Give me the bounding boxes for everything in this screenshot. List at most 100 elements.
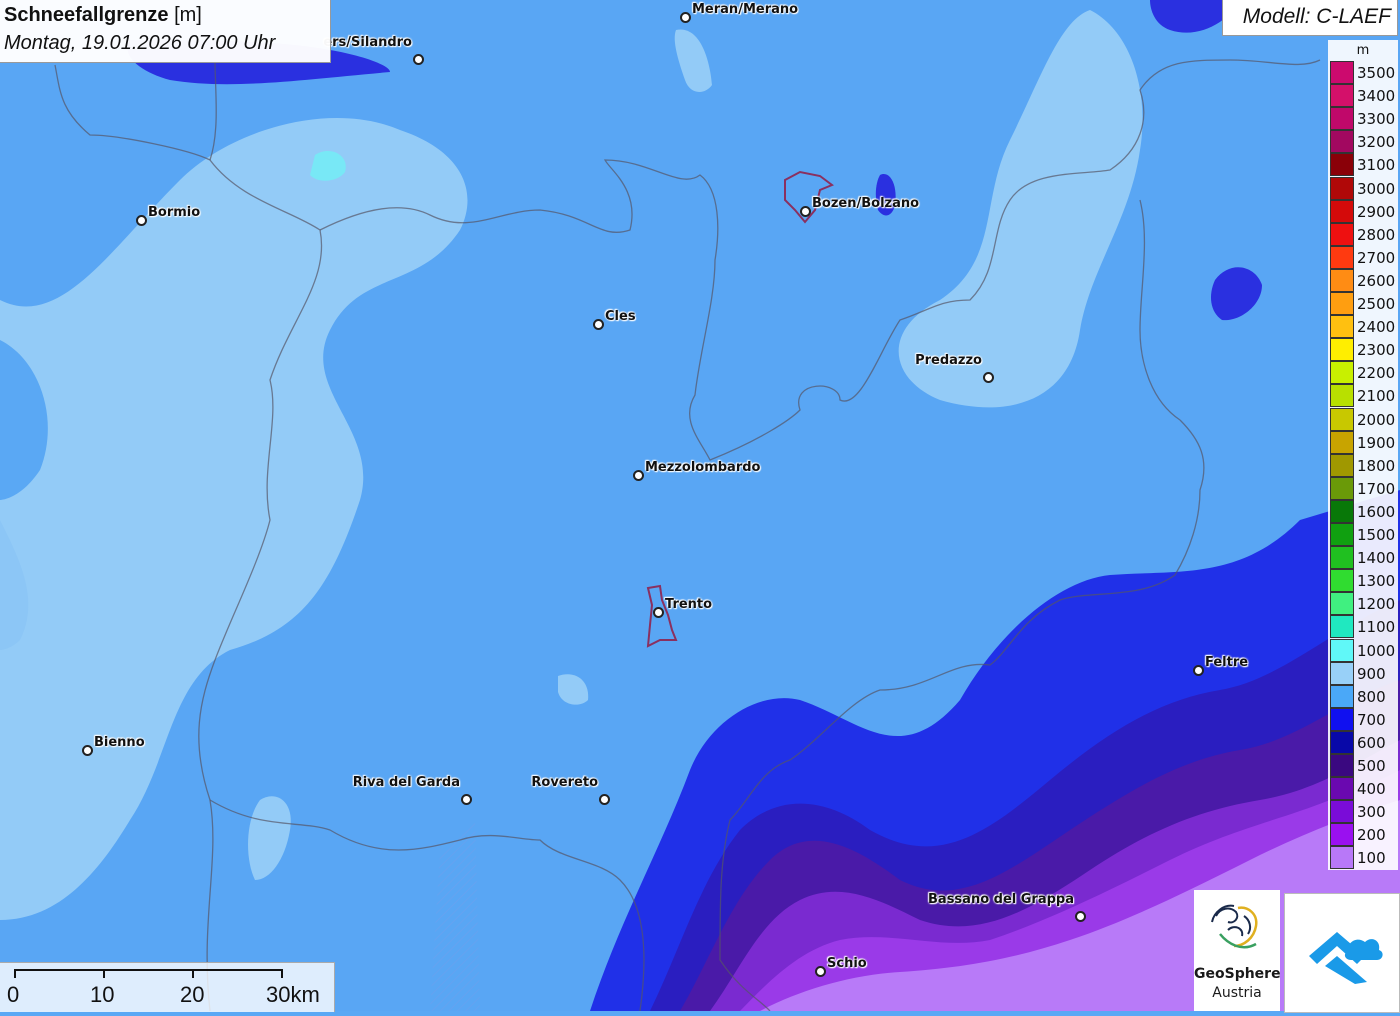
city-dot-icon	[800, 206, 811, 217]
city-marker[interactable]: Bozen/Bolzano	[800, 196, 919, 220]
city-marker[interactable]: Riva del Garda	[353, 775, 472, 808]
city-dot-icon	[653, 607, 664, 618]
city-label: Bozen/Bolzano	[812, 196, 920, 211]
page-title: Schneefallgrenze [m]	[4, 4, 202, 27]
logo-line1: GeoSphere	[1194, 966, 1281, 982]
geosphere-logo[interactable]: GeoSphere Austria	[1194, 890, 1281, 1011]
model-label: Modell: C-LAEF	[1242, 5, 1391, 28]
city-label: Predazzo	[915, 353, 982, 368]
legend-swatch	[1330, 684, 1354, 708]
legend-swatch	[1330, 361, 1354, 385]
city-marker[interactable]: Mezzolombardo	[633, 460, 760, 484]
city-label: Feltre	[1205, 655, 1249, 670]
city-label: Rovereto	[531, 775, 598, 790]
legend-label: 3200	[1357, 133, 1396, 152]
model-box: Modell: C-LAEF	[1222, 0, 1398, 36]
legend-swatch	[1330, 84, 1354, 108]
legend-label: 1200	[1357, 595, 1396, 614]
legend-label: 2800	[1357, 225, 1396, 244]
legend-label: 2100	[1357, 387, 1396, 406]
city-dot-icon	[461, 794, 472, 805]
city-dot-icon	[599, 794, 610, 805]
legend-swatch	[1330, 176, 1354, 200]
legend-label: 100	[1357, 849, 1386, 868]
legend-label: 900	[1357, 664, 1386, 683]
scale-label: 0	[7, 982, 20, 1007]
city-dot-icon	[1193, 665, 1204, 676]
city-dot-icon	[815, 966, 826, 977]
city-label: Riva del Garda	[352, 775, 460, 790]
legend-swatch	[1330, 430, 1354, 454]
city-marker[interactable]: Feltre	[1193, 655, 1248, 679]
legend-label: 2600	[1357, 271, 1396, 290]
legend-label: 1500	[1357, 526, 1396, 544]
legend-swatch	[1330, 499, 1354, 523]
legend-label: 3400	[1357, 87, 1396, 106]
scale-tick	[14, 969, 16, 978]
legend-unit: m	[1356, 43, 1370, 58]
legend-label: 2700	[1357, 248, 1396, 267]
cloud-arrow-icon	[1309, 932, 1383, 984]
scale-bar: 0 10 20 30km	[0, 962, 335, 1012]
city-marker[interactable]: Bormio	[136, 205, 200, 229]
legend-swatch	[1330, 453, 1354, 477]
city-dot-icon	[983, 372, 994, 383]
legend-swatch	[1330, 338, 1354, 362]
legend-swatch	[1330, 730, 1354, 754]
legend-swatch	[1330, 615, 1354, 639]
city-label: Bassano del Grappa	[928, 892, 1074, 907]
legend-label: 1400	[1357, 549, 1396, 568]
legend-swatch	[1330, 823, 1354, 847]
legend-label: 3000	[1357, 179, 1396, 198]
city-marker[interactable]: Meran/Merano	[680, 2, 798, 26]
legend-swatch	[1330, 153, 1354, 177]
city-label: Cles	[605, 309, 636, 324]
scale-tick	[103, 969, 105, 978]
legend-swatch	[1330, 707, 1354, 731]
legend-swatch	[1330, 846, 1354, 870]
legend-label: 1800	[1357, 456, 1396, 475]
scale-tick	[192, 969, 194, 978]
forecast-datetime: Montag, 19.01.2026 07:00 Uhr	[4, 32, 276, 54]
snowline-map[interactable]	[0, 0, 1400, 1011]
city-marker[interactable]: Bienno	[82, 735, 145, 759]
app-logo[interactable]	[1284, 893, 1400, 1013]
city-marker[interactable]: ers/Silandro	[323, 35, 424, 68]
scale-label: 10	[90, 982, 115, 1007]
city-marker[interactable]: Trento	[653, 597, 712, 621]
scale-label: 30km	[266, 982, 320, 1007]
legend-swatch	[1330, 569, 1354, 593]
city-label: Meran/Merano	[692, 2, 799, 17]
legend-swatch	[1330, 592, 1354, 616]
city-dot-icon	[1075, 911, 1086, 922]
legend-swatch	[1330, 800, 1354, 824]
legend-label: 400	[1357, 780, 1386, 799]
legend-label: 2200	[1357, 364, 1396, 383]
city-marker[interactable]: Schio	[815, 956, 867, 980]
city-marker[interactable]: Cles	[593, 309, 636, 333]
city-label: Bormio	[148, 205, 201, 220]
legend-label: 3300	[1357, 110, 1396, 129]
legend-swatch	[1330, 384, 1354, 408]
city-marker[interactable]: Predazzo	[915, 353, 994, 386]
geosphere-icon	[1211, 904, 1258, 949]
legend-swatch	[1330, 61, 1354, 84]
legend-label: 1100	[1357, 618, 1396, 637]
city-marker[interactable]: Bassano del Grappa	[928, 892, 1086, 925]
city-dot-icon	[680, 12, 691, 23]
city-dot-icon	[136, 215, 147, 226]
title-unit: [m]	[174, 4, 202, 26]
city-marker[interactable]: Rovereto	[531, 775, 610, 808]
logo-line2: Austria	[1212, 985, 1262, 1001]
legend-swatch	[1330, 222, 1354, 246]
city-label: Mezzolombardo	[645, 460, 761, 475]
legend-swatch	[1330, 245, 1354, 269]
city-label: Schio	[827, 956, 867, 971]
legend-label: 500	[1357, 757, 1386, 775]
city-dot-icon	[82, 745, 93, 756]
scale-label: 20	[180, 982, 205, 1007]
city-dot-icon	[633, 470, 644, 481]
city-label: Bienno	[94, 735, 145, 750]
legend-swatch	[1330, 523, 1354, 546]
legend-swatch	[1330, 407, 1354, 431]
